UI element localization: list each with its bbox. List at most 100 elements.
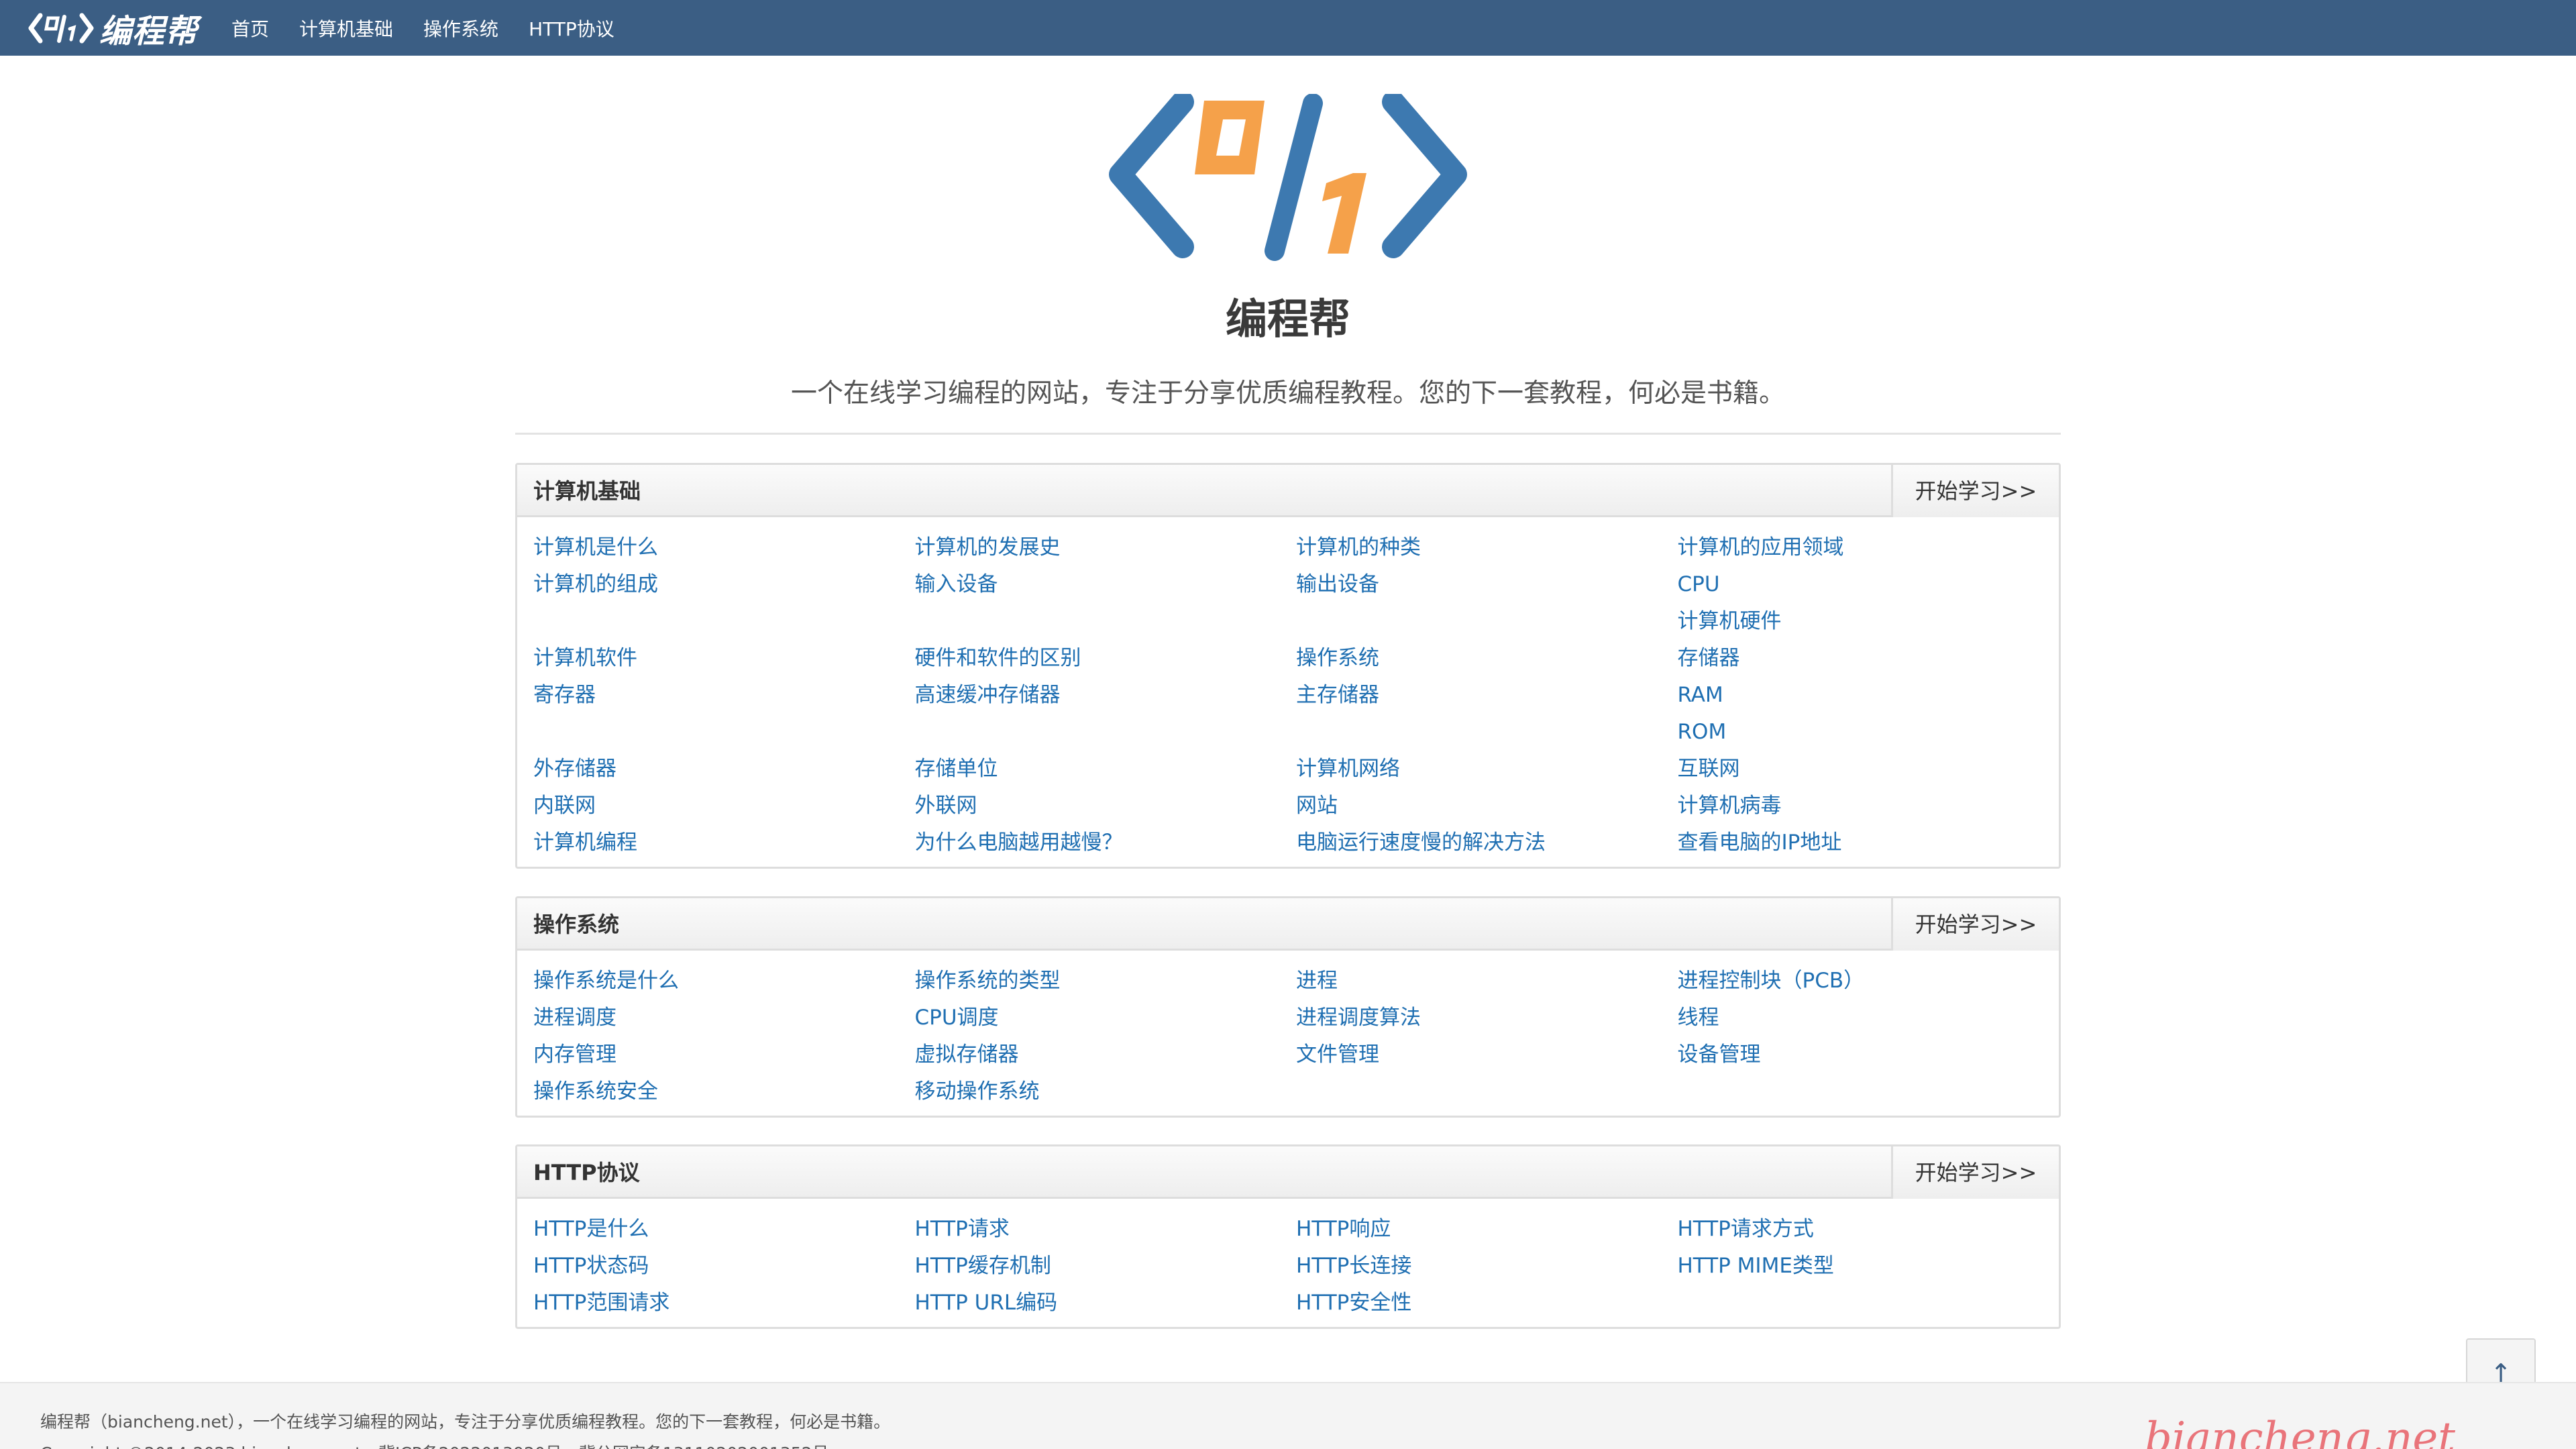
tutorial-link[interactable]: 计算机网络 bbox=[1296, 751, 1678, 788]
tutorial-link[interactable]: 内联网 bbox=[533, 788, 915, 824]
link-cell: 电脑运行速度慢的解决方法 bbox=[1296, 824, 1678, 861]
tutorial-link[interactable]: HTTP范围请求 bbox=[533, 1285, 915, 1322]
tutorial-link[interactable]: RAM bbox=[1678, 677, 2059, 714]
tutorial-link[interactable]: 输入设备 bbox=[915, 566, 1297, 603]
hero-divider bbox=[515, 433, 2061, 435]
tutorial-link[interactable]: 操作系统安全 bbox=[533, 1073, 915, 1110]
nav-item-computer-basics[interactable]: 计算机基础 bbox=[299, 15, 393, 42]
section-links: HTTP是什么 HTTP请求 HTTP响应 HTTP请求方式 HTTP状态码 HTTP缓存… bbox=[517, 1199, 2059, 1327]
tutorial-link[interactable]: 计算机病毒 bbox=[1678, 788, 2059, 824]
tutorial-link[interactable]: 主存储器 bbox=[1296, 677, 1678, 714]
tutorial-link[interactable]: 为什么电脑越用越慢？ bbox=[915, 824, 1297, 861]
tutorial-link[interactable]: HTTP状态码 bbox=[533, 1248, 915, 1285]
section-panel: 操作系统 开始学习>> 操作系统是什么 操作系统的类型 进程 进程控制块（PCB） 进程调度… bbox=[515, 896, 2061, 1118]
link-row: 内存管理 虚拟存储器 文件管理 设备管理 bbox=[533, 1036, 2059, 1073]
start-learning-button[interactable]: 开始学习>> bbox=[1891, 465, 2059, 517]
link-cell: CPU 计算机硬件 bbox=[1678, 566, 2059, 640]
tutorial-link[interactable]: 计算机的发展史 bbox=[915, 529, 1297, 566]
tutorial-link[interactable]: 虚拟存储器 bbox=[915, 1036, 1297, 1073]
nav-item-http[interactable]: HTTP协议 bbox=[529, 15, 614, 42]
link-row: 操作系统安全 移动操作系统 bbox=[533, 1073, 2059, 1110]
link-row: HTTP状态码 HTTP缓存机制 HTTP长连接 HTTP MIME类型 bbox=[533, 1248, 2059, 1285]
link-cell: HTTP安全性 bbox=[1296, 1285, 1678, 1322]
footer: 编程帮（biancheng.net），一个在线学习编程的网站，专注于分享优质编程… bbox=[0, 1382, 2576, 1449]
link-row: 计算机是什么 计算机的发展史 计算机的种类 计算机的应用领域 bbox=[533, 529, 2059, 566]
link-cell: RAM ROM bbox=[1678, 677, 2059, 751]
link-cell: 操作系统 bbox=[1296, 640, 1678, 677]
tutorial-link[interactable]: HTTP长连接 bbox=[1296, 1248, 1678, 1285]
link-cell: 进程调度 bbox=[533, 1000, 915, 1036]
link-row: 计算机编程 为什么电脑越用越慢？ 电脑运行速度慢的解决方法 查看电脑的IP地址 bbox=[533, 824, 2059, 861]
tutorial-link[interactable]: 操作系统的类型 bbox=[915, 963, 1297, 1000]
tutorial-link[interactable]: 计算机编程 bbox=[533, 824, 915, 861]
tutorial-link[interactable]: 进程控制块（PCB） bbox=[1678, 963, 2059, 1000]
brand-logo-link[interactable]: 编程帮 bbox=[25, 0, 198, 56]
tutorial-link[interactable]: 计算机软件 bbox=[533, 640, 915, 677]
tutorial-link[interactable]: 计算机的应用领域 bbox=[1678, 529, 2059, 566]
tutorial-link[interactable]: HTTP是什么 bbox=[533, 1211, 915, 1248]
link-row: 内联网 外联网 网站 计算机病毒 bbox=[533, 788, 2059, 824]
tutorial-link[interactable]: 计算机硬件 bbox=[1678, 603, 2059, 640]
start-learning-button[interactable]: 开始学习>> bbox=[1891, 898, 2059, 951]
hero-logo-icon bbox=[1109, 94, 1467, 261]
tutorial-link[interactable]: HTTP MIME类型 bbox=[1678, 1248, 2059, 1285]
tutorial-link[interactable]: 输出设备 bbox=[1296, 566, 1678, 603]
link-cell: 输入设备 bbox=[915, 566, 1297, 640]
nav-item-operating-system[interactable]: 操作系统 bbox=[423, 15, 498, 42]
tutorial-link[interactable]: CPU调度 bbox=[915, 1000, 1297, 1036]
section-panel: 计算机基础 开始学习>> 计算机是什么 计算机的发展史 计算机的种类 计算机的应用领域 计算… bbox=[515, 463, 2061, 869]
tutorial-link[interactable]: 互联网 bbox=[1678, 751, 2059, 788]
link-cell: 进程 bbox=[1296, 963, 1678, 1000]
tutorial-link[interactable]: 硬件和软件的区别 bbox=[915, 640, 1297, 677]
tutorial-link[interactable]: 查看电脑的IP地址 bbox=[1678, 824, 2059, 861]
tutorial-link[interactable]: 存储单位 bbox=[915, 751, 1297, 788]
tutorial-link[interactable]: 高速缓冲存储器 bbox=[915, 677, 1297, 714]
section-title: HTTP协议 bbox=[533, 1160, 640, 1185]
tutorial-link[interactable]: 文件管理 bbox=[1296, 1036, 1678, 1073]
tutorial-link[interactable]: 线程 bbox=[1678, 1000, 2059, 1036]
tutorial-link[interactable]: 进程调度 bbox=[533, 1000, 915, 1036]
tutorial-link[interactable]: HTTP响应 bbox=[1296, 1211, 1678, 1248]
section-title: 计算机基础 bbox=[533, 478, 641, 504]
link-row: 外存储器 存储单位 计算机网络 互联网 bbox=[533, 751, 2059, 788]
tutorial-link[interactable]: 存储器 bbox=[1678, 640, 2059, 677]
tutorial-link[interactable]: HTTP请求 bbox=[915, 1211, 1297, 1248]
hero-title: 编程帮 bbox=[1225, 294, 1350, 343]
link-cell: 高速缓冲存储器 bbox=[915, 677, 1297, 751]
tutorial-link[interactable]: 计算机的组成 bbox=[533, 566, 915, 603]
footer-copyright: Copyright ©2014-2023 biancheng.net，冀ICP备… bbox=[40, 1440, 829, 1449]
tutorial-link[interactable]: 外联网 bbox=[915, 788, 1297, 824]
link-cell bbox=[1296, 1073, 1678, 1110]
link-cell: HTTP请求方式 bbox=[1678, 1211, 2059, 1248]
tutorial-link[interactable]: 计算机的种类 bbox=[1296, 529, 1678, 566]
tutorial-link[interactable]: HTTP安全性 bbox=[1296, 1285, 1678, 1322]
tutorial-link[interactable]: CPU bbox=[1678, 566, 2059, 603]
tutorial-link[interactable]: 进程 bbox=[1296, 963, 1678, 1000]
tutorial-link[interactable]: 移动操作系统 bbox=[915, 1073, 1297, 1110]
tutorial-link[interactable]: HTTP请求方式 bbox=[1678, 1211, 2059, 1248]
link-row: 计算机软件 硬件和软件的区别 操作系统 存储器 bbox=[533, 640, 2059, 677]
link-cell bbox=[1678, 1285, 2059, 1322]
tutorial-link[interactable]: HTTP URL编码 bbox=[915, 1285, 1297, 1322]
link-cell: CPU调度 bbox=[915, 1000, 1297, 1036]
tutorial-link[interactable]: ROM bbox=[1678, 714, 2059, 751]
tutorial-link[interactable]: 内存管理 bbox=[533, 1036, 915, 1073]
tutorial-link[interactable]: 进程调度算法 bbox=[1296, 1000, 1678, 1036]
link-cell: 互联网 bbox=[1678, 751, 2059, 788]
link-cell: 外存储器 bbox=[533, 751, 915, 788]
link-row: 操作系统是什么 操作系统的类型 进程 进程控制块（PCB） bbox=[533, 963, 2059, 1000]
tutorial-link[interactable]: 电脑运行速度慢的解决方法 bbox=[1296, 824, 1678, 861]
tutorial-link[interactable]: 操作系统 bbox=[1296, 640, 1678, 677]
nav-item-home[interactable]: 首页 bbox=[231, 15, 269, 42]
section-title: 操作系统 bbox=[533, 912, 620, 937]
tutorial-link[interactable]: 寄存器 bbox=[533, 677, 915, 714]
link-cell: HTTP缓存机制 bbox=[915, 1248, 1297, 1285]
link-cell: 计算机是什么 bbox=[533, 529, 915, 566]
tutorial-link[interactable]: HTTP缓存机制 bbox=[915, 1248, 1297, 1285]
start-learning-button[interactable]: 开始学习>> bbox=[1891, 1146, 2059, 1199]
tutorial-link[interactable]: 设备管理 bbox=[1678, 1036, 2059, 1073]
tutorial-link[interactable]: 操作系统是什么 bbox=[533, 963, 915, 1000]
tutorial-link[interactable]: 外存储器 bbox=[533, 751, 915, 788]
tutorial-link[interactable]: 网站 bbox=[1296, 788, 1678, 824]
tutorial-link[interactable]: 计算机是什么 bbox=[533, 529, 915, 566]
